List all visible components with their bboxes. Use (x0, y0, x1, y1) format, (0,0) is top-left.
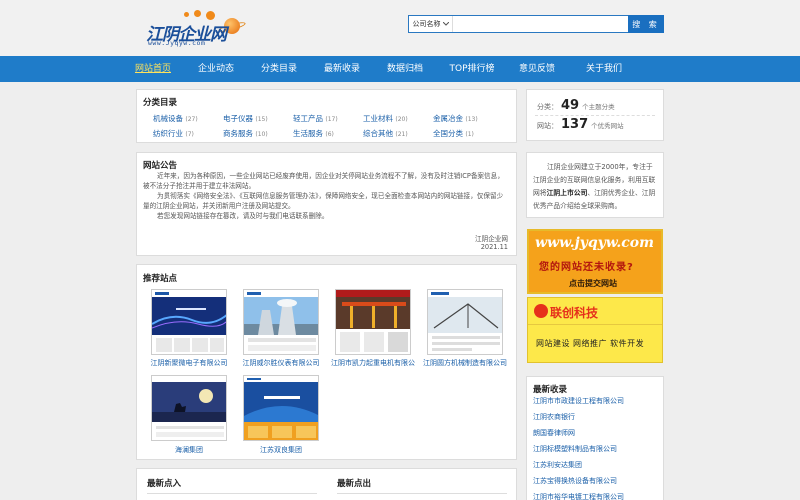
newest-link[interactable]: 朗国春律师网 (533, 428, 575, 438)
category-item[interactable]: 电子仪器 (15) (223, 113, 268, 124)
newest-link[interactable]: 江阴标模塑料制品有限公司 (533, 444, 617, 454)
recommended-title: 推荐站点 (143, 274, 178, 284)
planet-icon (224, 18, 240, 34)
site-screenshot-image (244, 290, 318, 351)
ad-brand-name: 联创科技 (550, 306, 599, 320)
stat-number: 49 (561, 98, 580, 113)
notice-date: 2021.11 (480, 243, 508, 251)
category-item[interactable]: 商务服务 (10) (223, 128, 268, 139)
nav-feedback[interactable]: 意见反馈 (511, 56, 563, 82)
nav-top-rank[interactable]: TOP排行榜 (442, 56, 502, 82)
notice-paragraph: 为贯彻落实《网络安全法》、《互联网信息服务管理办法》，保障网络安全，现已全面检查… (143, 192, 504, 210)
site-thumbnail[interactable] (243, 289, 319, 355)
notice-paragraph: 若您发现网站链接存在篡改，请及时与我们电话联系删除。 (157, 212, 329, 220)
main-nav: 网站首页 企业动态 分类目录 最新收录 数据归档 TOP排行榜 意见反馈 关于我… (0, 56, 800, 82)
clicks-panel: 最新点入 最新点出 (136, 468, 517, 500)
ad-headline: 您的网站还未收录? (539, 262, 634, 273)
intro-highlight: 江阴上市公司 (546, 189, 588, 197)
stats-panel: 分类： 49 个主题分类 网站： 137 个优秀网站 (526, 89, 664, 141)
logo-dot-icon (184, 12, 189, 17)
site-screenshot-image (336, 290, 410, 352)
logo-dot-icon (206, 11, 215, 20)
site-link[interactable]: 江阴新聚微电子有限公司 (144, 358, 234, 368)
site-thumbnail[interactable] (151, 375, 227, 441)
search-button[interactable]: 搜 索 (628, 15, 664, 33)
brand-logo-icon (534, 304, 548, 318)
divider (337, 493, 507, 494)
intro-panel: 江阴企业网建立于2000年，专注于江阴企业的互联网信息化服务，利用互联网将江阴上… (526, 152, 664, 218)
category-item[interactable]: 金属冶金 (13) (433, 113, 478, 124)
site-thumbnail[interactable] (151, 289, 227, 355)
stat-number: 137 (561, 117, 589, 132)
newest-title: 最新收录 (533, 385, 568, 395)
nav-about[interactable]: 关于我们 (574, 56, 634, 82)
site-screenshot-image (152, 376, 226, 437)
site-screenshot-image (152, 290, 226, 352)
newest-panel: 最新收录 江阴市市政建设工程有限公司 江阴农商银行 朗国春律师网 江阴标模塑料制… (526, 376, 664, 500)
newest-link[interactable]: 江苏宝得换热设备有限公司 (533, 476, 617, 486)
category-item[interactable]: 工业材料 (20) (363, 113, 408, 124)
site-screenshot-image (244, 376, 318, 440)
submit-site-banner[interactable]: www.jyqyw.com 您的网站还未收录? 点击提交网站 (527, 229, 663, 294)
intro-text: 江阴企业网建立于2000年，专注于江阴企业的互联网信息化服务，利用互联网将江阴上… (533, 163, 656, 210)
ad-url: www.jyqyw.com (535, 235, 654, 251)
stat-label: 网站： (537, 122, 558, 130)
search-bar: 公司名称 搜 索 (408, 15, 664, 33)
stat-categories: 分类： 49 个主题分类 (537, 98, 615, 113)
lianchuang-banner[interactable]: 联创科技 网站建设 网络推广 软件开发 (527, 297, 663, 363)
newest-link[interactable]: 江阴市市政建设工程有限公司 (533, 396, 624, 406)
nav-archive[interactable]: 数据归档 (379, 56, 431, 82)
site-link[interactable]: 江苏双良集团 (236, 445, 326, 455)
divider (147, 493, 317, 494)
divider (535, 115, 655, 116)
logo-url: www.Jyqyw.com (148, 39, 206, 47)
search-type-select[interactable]: 公司名称 (409, 16, 453, 32)
site-link[interactable]: 江阴市凯力起重电机有限公 (328, 358, 418, 368)
nav-home[interactable]: 网站首页 (127, 56, 179, 82)
divider (528, 324, 662, 325)
category-item[interactable]: 生活服务 (6) (293, 128, 334, 139)
category-item[interactable]: 轻工产品 (17) (293, 113, 338, 124)
site-thumbnail[interactable] (335, 289, 411, 355)
notice-panel: 网站公告 近年来，因为各种原因，一些企业网站已经废弃使用，因企业对关停网站业务流… (136, 152, 517, 256)
latest-out-title: 最新点出 (337, 479, 372, 489)
nav-categories[interactable]: 分类目录 (253, 56, 305, 82)
category-item[interactable]: 综合其他 (21) (363, 128, 408, 139)
site-link[interactable]: 江阴圆方机械制造有限公司 (420, 358, 510, 368)
notice-body: 近年来，因为各种原因，一些企业网站已经废弃使用，因企业对关停网站业务流程不了解，… (143, 171, 509, 221)
nav-newest[interactable]: 最新收录 (316, 56, 368, 82)
site-link[interactable]: 海澜集团 (144, 445, 234, 455)
notice-title: 网站公告 (143, 161, 178, 171)
category-item[interactable]: 机械设备 (27) (153, 113, 198, 124)
stat-unit: 个优秀网站 (591, 122, 624, 130)
notice-signature: 江阴企业网 (475, 235, 508, 243)
site-link[interactable]: 江阴威尔胜仪表有限公司 (236, 358, 326, 368)
category-panel: 分类目录 机械设备 (27) 电子仪器 (15) 轻工产品 (17) 工业材料 … (136, 89, 517, 143)
recommended-panel: 推荐站点 江阴新聚微电子有限公司 江阴威尔胜仪表有限公司 江阴市凯力起重电机有限… (136, 264, 517, 460)
category-item[interactable]: 全国分类 (1) (433, 128, 474, 139)
nav-company-news[interactable]: 企业动态 (190, 56, 242, 82)
logo-dot-icon (194, 10, 201, 17)
newest-link[interactable]: 江阴农商银行 (533, 412, 575, 422)
latest-in-title: 最新点入 (147, 479, 182, 489)
category-item[interactable]: 纺织行业 (7) (153, 128, 194, 139)
header: 江阴企业网 www.Jyqyw.com 公司名称 搜 索 (0, 0, 800, 56)
stat-unit: 个主题分类 (582, 103, 615, 111)
site-thumbnail[interactable] (427, 289, 503, 355)
site-screenshot-image (428, 290, 502, 351)
stat-label: 分类： (537, 103, 558, 111)
chevron-down-icon (442, 22, 449, 26)
search-type-value: 公司名称 (412, 20, 441, 28)
ad-services: 网站建设 网络推广 软件开发 (536, 339, 645, 348)
site-logo[interactable]: 江阴企业网 www.Jyqyw.com (136, 10, 248, 50)
search-input[interactable] (453, 16, 628, 32)
ad-cta: 点击提交网站 (569, 279, 617, 288)
newest-link[interactable]: 江阴市裕华电镀工程有限公司 (533, 492, 624, 500)
stat-sites: 网站： 137 个优秀网站 (537, 117, 624, 132)
newest-link[interactable]: 江苏利安达集团 (533, 460, 582, 470)
notice-paragraph: 近年来，因为各种原因，一些企业网站已经废弃使用，因企业对关停网站业务流程不了解，… (143, 172, 504, 190)
category-title: 分类目录 (143, 98, 178, 108)
site-thumbnail[interactable] (243, 375, 319, 441)
